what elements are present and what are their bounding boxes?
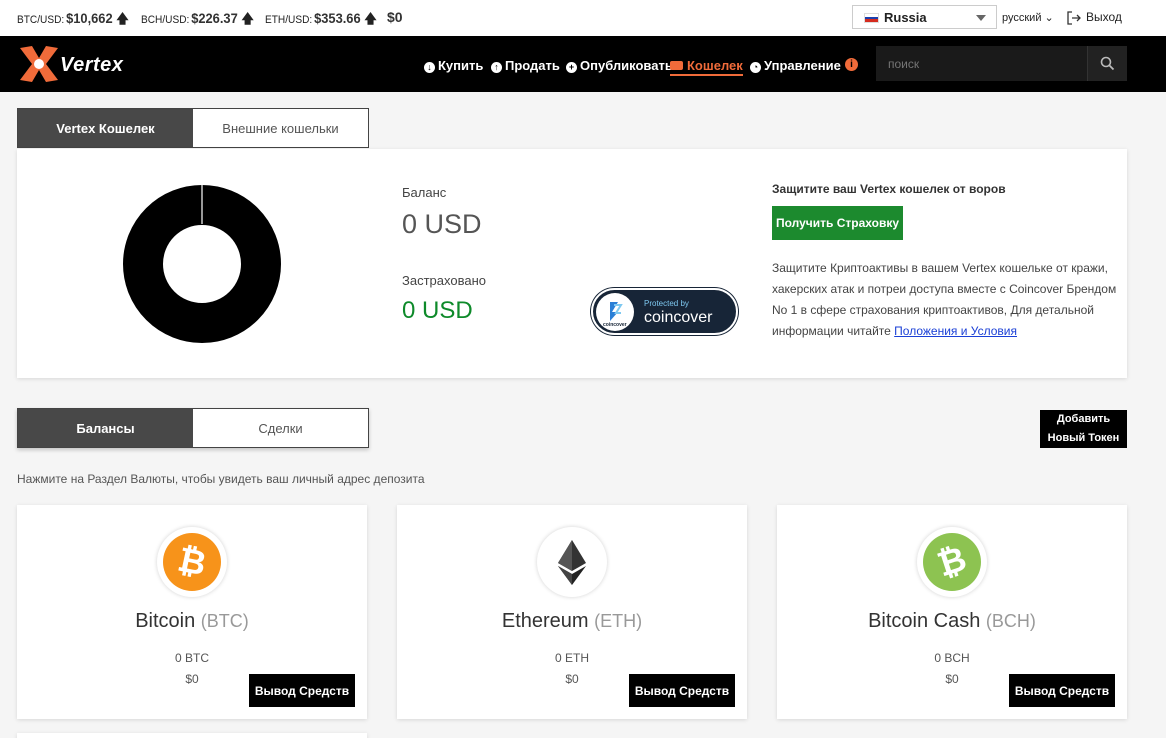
arrow-up-icon: ↑ — [491, 62, 502, 73]
tab-vertex-wallet[interactable]: Vertex Кошелек — [18, 109, 193, 147]
balance-label: Баланс — [402, 185, 447, 200]
coincover-protected-by: Protected by — [644, 299, 689, 308]
coin-logo-ring — [537, 527, 607, 597]
tab-deals[interactable]: Сделки — [193, 409, 368, 447]
coincover-name: coincover — [644, 309, 713, 326]
portfolio-total: $0 — [387, 9, 403, 25]
btc-price: BTC/USD: $10,662 🡅 — [17, 10, 129, 26]
coin-card-btc[interactable]: ₿ Bitcoin (BTC) 0 BTC $0 Вывод Средств — [17, 505, 367, 719]
coin-amount: 0 ETH — [554, 651, 589, 665]
coin-name: Bitcoin (BTC) — [135, 610, 249, 632]
svg-text:₿: ₿ — [174, 541, 209, 584]
coincover-badge: coincover Protected by coincover — [591, 288, 738, 335]
search-icon — [1100, 56, 1115, 71]
ethereum-icon — [543, 533, 601, 591]
language-select[interactable]: русский ⌄ — [1002, 11, 1054, 24]
logo-text: Vertex — [60, 54, 124, 76]
nav-manage[interactable]: ◔ Управление — [750, 58, 841, 73]
caret-down-icon — [976, 15, 986, 21]
search-input[interactable] — [876, 46, 1087, 81]
country-select[interactable]: Russia — [852, 5, 997, 29]
bch-price: BCH/USD: $226.37 🡅 — [141, 10, 254, 26]
nav-buy[interactable]: ↓ Купить — [424, 58, 483, 73]
bitcoin-cash-icon: ₿ — [923, 533, 981, 591]
protect-title: Защитите ваш Vertex кошелек от воров — [772, 182, 1006, 196]
tab-external-wallets[interactable]: Внешние кошельки — [193, 109, 368, 147]
withdraw-button[interactable]: Вывод Средств — [629, 674, 735, 707]
protect-description: Защитите Криптоактивы в вашем Vertex кош… — [772, 261, 1117, 338]
bitcoin-icon: ₿ — [163, 533, 221, 591]
info-icon[interactable]: i — [845, 58, 858, 71]
balance-donut-chart — [123, 185, 281, 343]
search-button[interactable] — [1087, 46, 1127, 81]
withdraw-button[interactable]: Вывод Средств — [1009, 674, 1115, 707]
coin-card-bch[interactable]: ₿ Bitcoin Cash (BCH) 0 BCH $0 Вывод Сред… — [777, 505, 1127, 719]
svg-text:₿: ₿ — [933, 540, 971, 585]
coin-card-eth[interactable]: Ethereum (ETH) 0 ETH $0 Вывод Средств — [397, 505, 747, 719]
coincover-logo-icon: coincover — [596, 293, 634, 331]
chevron-down-icon: ⌄ — [1044, 12, 1054, 24]
vertex-logo-icon — [20, 46, 58, 82]
country-label: Russia — [884, 10, 927, 25]
navbar: Vertex ↓ Купить ↑ Продать + Опубликовать Ко… — [0, 36, 1166, 92]
coin-card-partial — [17, 733, 367, 738]
russia-flag-icon — [864, 13, 879, 23]
insured-value: 0 USD — [402, 297, 473, 324]
coin-amount: 0 BCH — [934, 651, 970, 665]
logout-link[interactable]: Выход — [1066, 10, 1122, 26]
coin-name: Bitcoin Cash (BCH) — [868, 610, 1036, 632]
coin-amount: 0 BTC — [174, 651, 209, 665]
terms-link[interactable]: Положения и Условия — [894, 324, 1017, 338]
wallet-icon — [670, 61, 683, 70]
nav-publish[interactable]: + Опубликовать — [566, 58, 673, 73]
logout-icon — [1067, 11, 1081, 25]
ticker-bar: BTC/USD: $10,662 🡅 BCH/USD: $226.37 🡅 ETH/US… — [0, 0, 1166, 36]
plus-icon: + — [566, 62, 577, 73]
coin-logo-ring: ₿ — [157, 527, 227, 597]
dashboard-icon: ◔ — [750, 62, 761, 73]
add-token-button[interactable]: Добавить Новый Токен — [1040, 410, 1127, 448]
deposit-hint: Нажмите на Раздел Валюты, чтобы увидеть … — [17, 472, 425, 486]
section-tabs: Балансы Сделки — [17, 408, 369, 448]
nav-sell[interactable]: ↑ Продать — [491, 58, 560, 73]
get-insurance-button[interactable]: Получить Страховку — [772, 206, 903, 240]
wallet-tabs: Vertex Кошелек Внешние кошельки — [17, 108, 369, 148]
tab-balances[interactable]: Балансы — [18, 409, 193, 447]
coin-logo-ring: ₿ — [917, 527, 987, 597]
wallet-summary-card: Баланс 0 USD Застраховано 0 USD coincove… — [17, 149, 1127, 378]
nav-wallet[interactable]: Кошелек — [670, 58, 743, 76]
balance-value: 0 USD — [402, 209, 482, 239]
arrow-down-icon: ↓ — [424, 62, 435, 73]
coin-name: Ethereum (ETH) — [501, 610, 643, 632]
eth-price: ETH/USD: $353.66 🡅 — [265, 10, 377, 26]
insured-label: Застраховано — [402, 273, 486, 288]
withdraw-button[interactable]: Вывод Средств — [249, 674, 355, 707]
